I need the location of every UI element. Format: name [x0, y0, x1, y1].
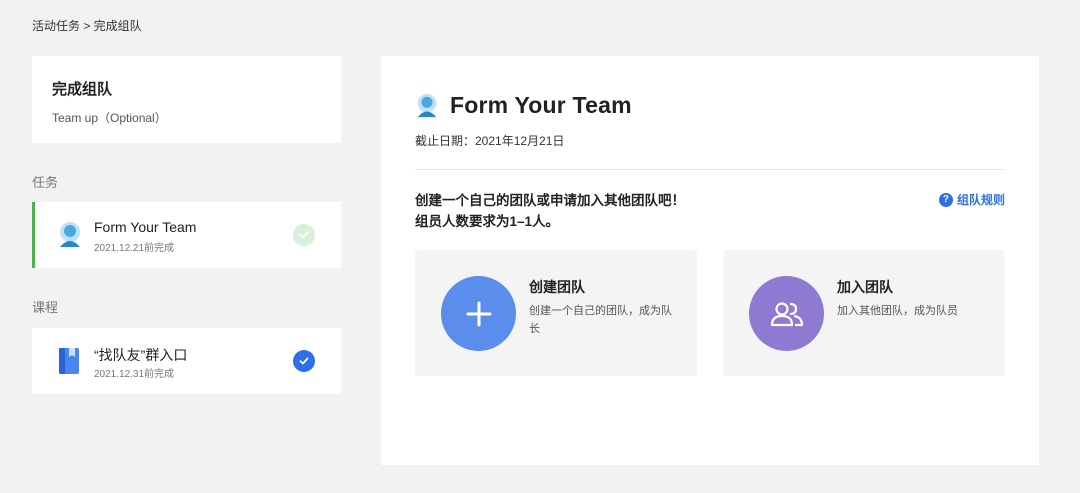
task-date: 2021.12.21前完成 — [94, 243, 175, 254]
sidebar-title: 完成组队 — [52, 81, 113, 98]
users-icon — [749, 276, 824, 351]
main-title-row: Form Your Team — [415, 92, 632, 119]
page-title: Form Your Team — [450, 92, 632, 118]
course-item-find-teammates[interactable]: “找队友”群入口 2021.12.31前完成 — [32, 328, 341, 394]
join-team-title: 加入团队 — [837, 279, 893, 295]
breadcrumb[interactable]: 活动任务 > 完成组队 — [32, 17, 142, 34]
divider — [415, 169, 1005, 170]
task-name: Form Your Team — [94, 219, 197, 235]
sidebar-subtitle: Team up（Optional） — [52, 111, 167, 125]
book-icon — [59, 348, 79, 374]
tasks-section-label: 任务 — [32, 175, 59, 190]
team-avatar-icon — [417, 93, 437, 117]
team-description: 创建一个自己的团队或申请加入其他团队吧！ 组员人数要求为1–1人。 — [415, 190, 685, 232]
description-line-2: 组员人数要求为1–1人。 — [415, 214, 560, 229]
create-team-desc: 创建一个自己的团队，成为队长 — [529, 305, 672, 335]
check-icon — [293, 350, 315, 372]
course-name: “找队友”群入口 — [94, 347, 188, 363]
courses-section-label: 课程 — [32, 300, 59, 315]
course-date: 2021.12.31前完成 — [94, 369, 175, 380]
main-panel: Form Your Team 截止日期：2021年12月21日 创建一个自己的团… — [381, 56, 1039, 465]
team-rules-link[interactable]: ? 组队规则 — [938, 191, 1005, 208]
join-team-desc: 加入其他团队，成为队员 — [837, 305, 958, 317]
team-rules-label: 组队规则 — [956, 193, 1005, 207]
join-team-card[interactable]: 加入团队 加入其他团队，成为队员 — [723, 250, 1005, 376]
create-team-card[interactable]: 创建团队 创建一个自己的团队，成为队长 — [415, 250, 697, 376]
sidebar-header-card: 完成组队 Team up（Optional） — [32, 56, 341, 143]
question-icon: ? — [938, 192, 953, 207]
task-item-form-your-team[interactable]: Form Your Team 2021.12.21前完成 — [32, 202, 341, 268]
plus-icon — [441, 276, 516, 351]
deadline-text: 截止日期：2021年12月21日 — [415, 134, 565, 148]
team-avatar-icon — [60, 222, 80, 247]
create-team-title: 创建团队 — [529, 279, 585, 295]
sidebar: 完成组队 Team up（Optional） 任务 Form Your Team… — [32, 56, 341, 394]
description-line-1: 创建一个自己的团队或申请加入其他团队吧！ — [415, 193, 685, 208]
check-icon — [293, 224, 315, 246]
